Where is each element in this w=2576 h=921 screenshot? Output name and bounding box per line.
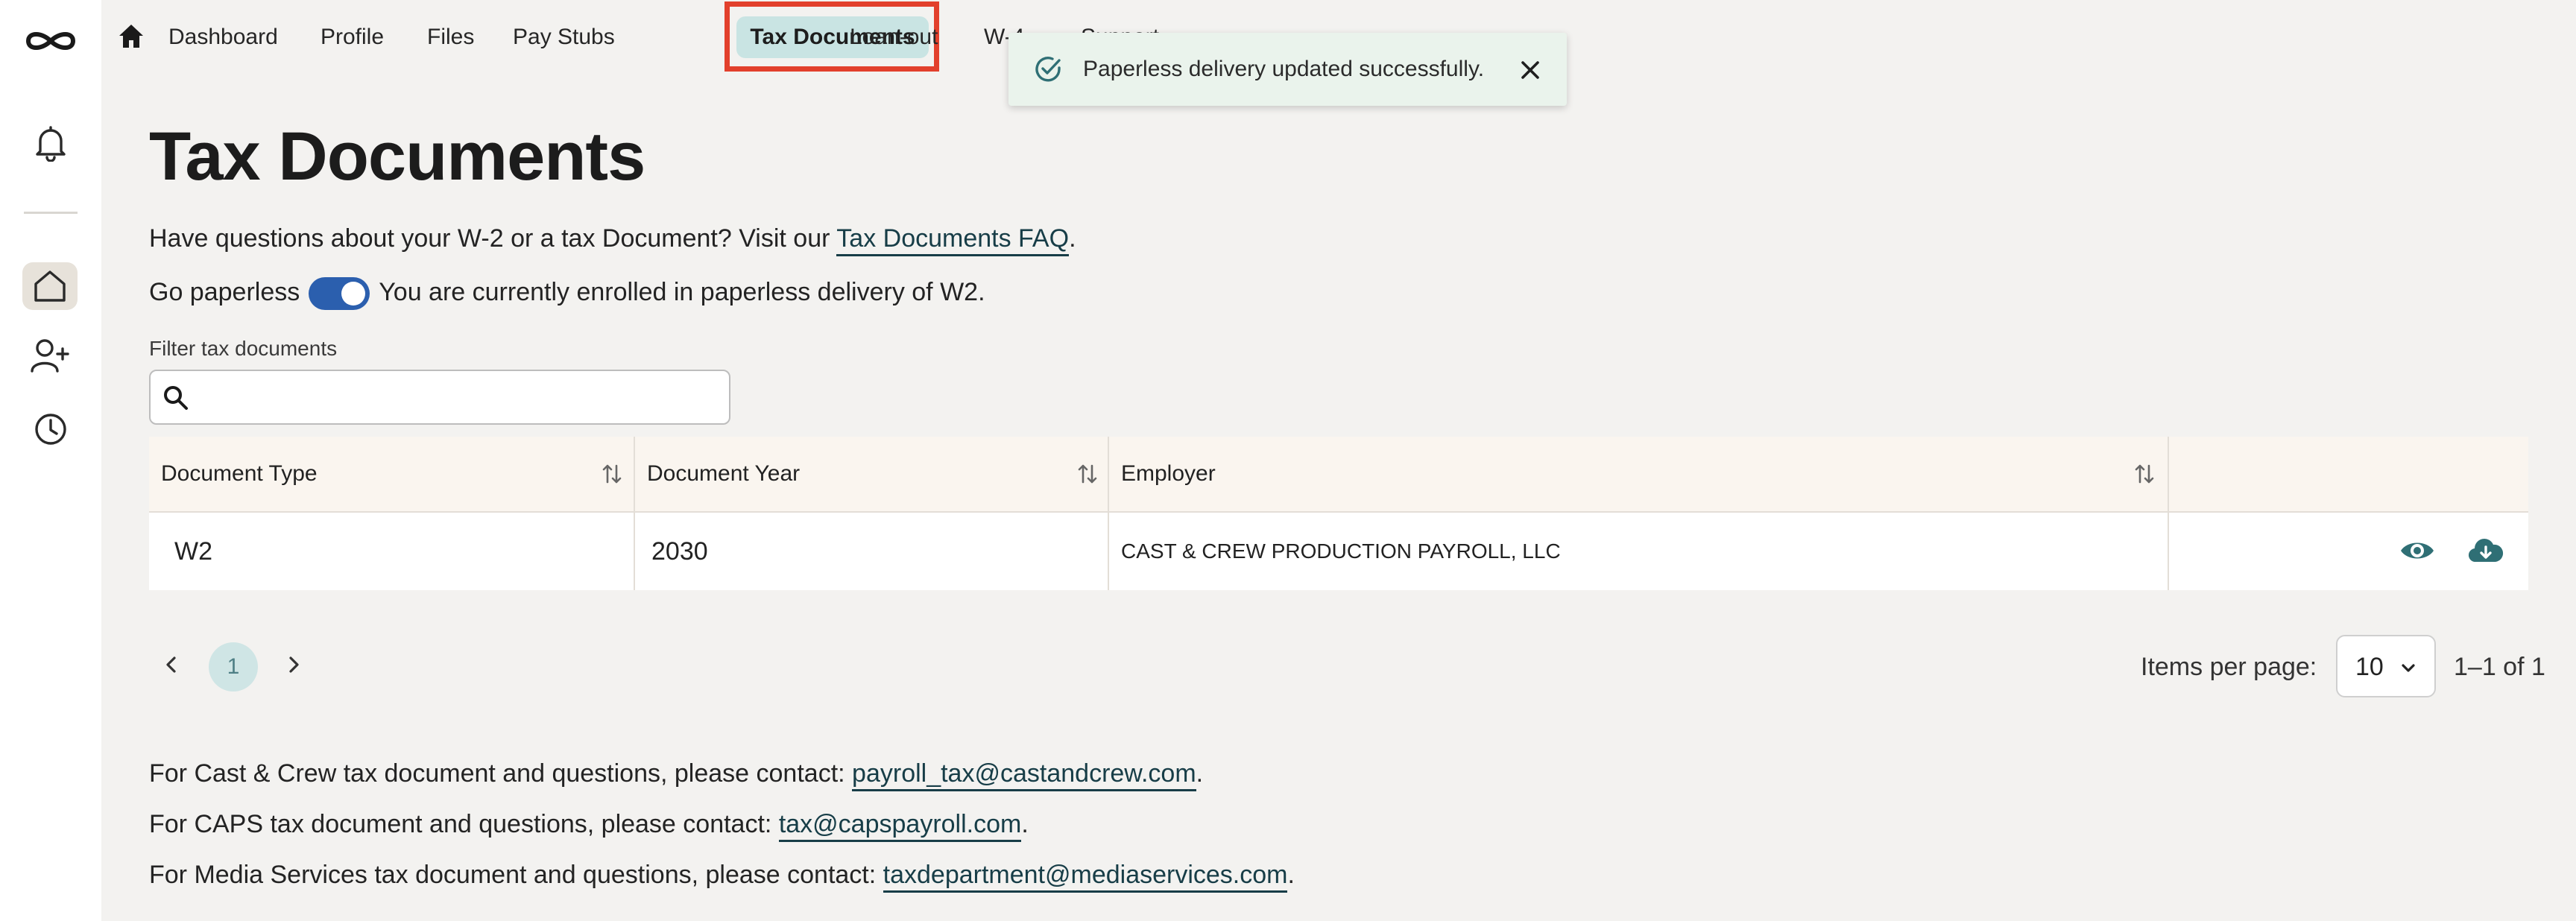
close-icon[interactable] bbox=[1515, 55, 1545, 85]
rail-divider bbox=[24, 212, 78, 214]
faq-line: Have questions about your W-2 or a tax D… bbox=[149, 222, 1076, 256]
history-icon[interactable] bbox=[30, 408, 72, 450]
contact-line: For Cast & Crew tax document and questio… bbox=[149, 757, 1204, 791]
download-icon[interactable] bbox=[2466, 531, 2506, 571]
nav-loan-out[interactable]: Loan-out bbox=[850, 22, 938, 52]
toggle-knob bbox=[341, 282, 366, 306]
contact-prefix: For CAPS tax document and questions, ple… bbox=[149, 810, 779, 838]
items-per-page-label: Items per page: bbox=[2141, 653, 2317, 681]
column-header-document-type[interactable]: Document Type bbox=[149, 437, 635, 511]
previous-page-button[interactable] bbox=[157, 650, 186, 680]
contact-email-link[interactable]: tax@capspayroll.com bbox=[778, 810, 1022, 842]
nav-profile[interactable]: Profile bbox=[321, 22, 384, 52]
items-per-page-select[interactable]: 10 bbox=[2336, 635, 2436, 697]
contact-line: For CAPS tax document and questions, ple… bbox=[149, 808, 1029, 842]
nav-home-icon[interactable] bbox=[116, 21, 149, 54]
contact-email-link[interactable]: payroll_tax@castandcrew.com bbox=[852, 759, 1196, 791]
cell-employer: CAST & CREW PRODUCTION PAYROLL, LLC bbox=[1109, 513, 2168, 590]
faq-suffix: . bbox=[1069, 224, 1076, 253]
contact-prefix: For Media Services tax document and ques… bbox=[149, 861, 883, 889]
chevron-right-icon bbox=[289, 656, 299, 673]
faq-link[interactable]: Tax Documents FAQ bbox=[836, 224, 1070, 256]
document-type-value: W2 bbox=[174, 537, 212, 566]
search-icon bbox=[164, 386, 188, 410]
page-title: Tax Documents bbox=[149, 118, 645, 194]
sort-icon[interactable] bbox=[601, 462, 623, 486]
nav-dashboard[interactable]: Dashboard bbox=[168, 22, 278, 52]
column-header-document-year[interactable]: Document Year bbox=[635, 437, 1109, 511]
cell-document-year: 2030 bbox=[635, 513, 1108, 590]
sort-icon[interactable] bbox=[1076, 462, 1099, 486]
filter-field[interactable] bbox=[149, 370, 730, 425]
page-number-button[interactable]: 1 bbox=[209, 642, 258, 691]
items-per-page-value: 10 bbox=[2355, 653, 2384, 681]
contact-suffix: . bbox=[1196, 759, 1204, 788]
paperless-status: You are currently enrolled in paperless … bbox=[379, 278, 985, 306]
filter-input[interactable] bbox=[195, 379, 720, 419]
column-label: Employer bbox=[1121, 461, 1216, 486]
nav-files[interactable]: Files bbox=[427, 22, 474, 52]
paperless-line: Go paperless You are currently enrolled i… bbox=[149, 276, 985, 311]
column-separator bbox=[2168, 437, 2169, 590]
filter-label: Filter tax documents bbox=[149, 337, 338, 360]
logo-icon[interactable] bbox=[22, 22, 79, 60]
contact-email-link[interactable]: taxdepartment@mediaservices.com bbox=[883, 861, 1288, 893]
toast-message: Paperless delivery updated successfully. bbox=[1083, 57, 1485, 81]
next-page-button[interactable] bbox=[279, 650, 309, 680]
cell-document-type: W2 bbox=[149, 513, 634, 590]
chevron-down-icon bbox=[2402, 664, 2415, 672]
column-label: Document Type bbox=[161, 461, 318, 486]
add-user-icon[interactable] bbox=[28, 335, 73, 377]
faq-prefix: Have questions about your W-2 or a tax D… bbox=[149, 224, 837, 253]
chevron-left-icon bbox=[166, 656, 176, 673]
employer-value: CAST & CREW PRODUCTION PAYROLL, LLC bbox=[1121, 539, 1561, 563]
contact-prefix: For Cast & Crew tax document and questio… bbox=[149, 759, 853, 788]
contact-suffix: . bbox=[1287, 861, 1295, 889]
document-year-value: 2030 bbox=[651, 537, 708, 566]
column-header-employer[interactable]: Employer bbox=[1109, 437, 2168, 511]
view-icon[interactable] bbox=[2397, 531, 2437, 571]
pagination-range: 1–1 of 1 bbox=[2454, 653, 2545, 681]
paperless-label: Go paperless bbox=[149, 278, 300, 306]
success-toast: Paperless delivery updated successfully. bbox=[1008, 33, 1567, 106]
tax-documents-table: Document Type Document Year Employer W2 … bbox=[149, 437, 2528, 590]
bell-icon[interactable] bbox=[30, 122, 72, 164]
contact-line: For Media Services tax document and ques… bbox=[149, 858, 1295, 893]
side-rail bbox=[0, 0, 101, 921]
check-circle-icon bbox=[1032, 54, 1064, 85]
nav-pay-stubs[interactable]: Pay Stubs bbox=[513, 22, 615, 52]
paperless-toggle[interactable] bbox=[309, 277, 370, 311]
column-label: Document Year bbox=[647, 461, 801, 486]
home-icon[interactable] bbox=[28, 265, 72, 307]
sort-icon[interactable] bbox=[2133, 462, 2156, 486]
contact-suffix: . bbox=[1021, 810, 1029, 838]
